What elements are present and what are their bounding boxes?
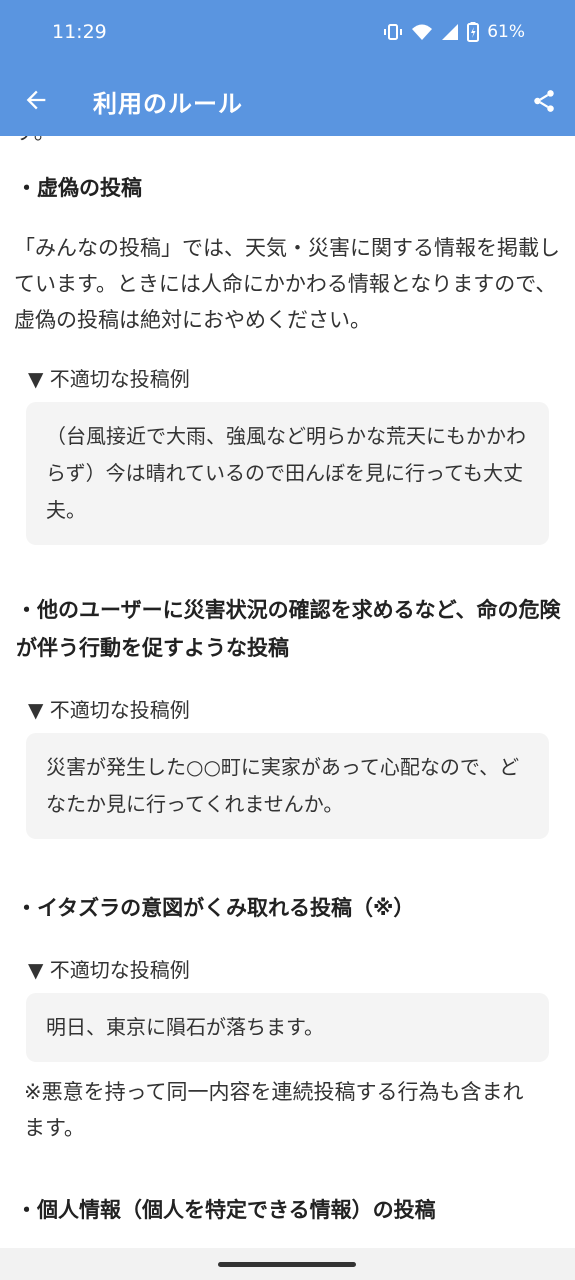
- example-box: 明日、東京に隕石が落ちます。: [26, 993, 549, 1062]
- battery-percent: 61%: [487, 22, 525, 42]
- signal-icon: [442, 24, 459, 40]
- rules-content[interactable]: す。 ・虚偽の投稿 「みんなの投稿」では、天気・災害に関する情報を掲載しています…: [0, 136, 575, 1248]
- wifi-icon: [412, 24, 433, 40]
- section-heading: ・個人情報（個人を特定できる情報）の投稿: [16, 1198, 436, 1222]
- example-box: （台風接近で大雨、強風など明らかな荒天にもかかわらず）今は晴れているので田んぼを…: [26, 402, 549, 545]
- example-text: （台風接近で大雨、強風など明らかな荒天にもかかわらず）今は晴れているので田んぼを…: [46, 424, 526, 522]
- example-text: 災害が発生した○○町に実家があって心配なので、どなたか見に行ってくれませんか。: [46, 755, 520, 816]
- gesture-handle[interactable]: [218, 1262, 356, 1267]
- example-label: ▼ 不適切な投稿例: [28, 698, 190, 722]
- example-label: ▼ 不適切な投稿例: [28, 958, 190, 982]
- status-bar: 11:29 61%: [0, 0, 575, 64]
- share-icon[interactable]: [531, 88, 557, 114]
- status-icons: 61%: [383, 22, 525, 42]
- page-title: 利用のルール: [93, 90, 243, 118]
- arrow-left-icon[interactable]: [22, 86, 50, 114]
- section-body: 「みんなの投稿」では、天気・災害に関する情報を掲載しています。ときには人命にかか…: [14, 236, 560, 332]
- example-label: ▼ 不適切な投稿例: [28, 367, 190, 391]
- toolbar: 利用のルール: [0, 64, 575, 136]
- example-text: 明日、東京に隕石が落ちます。: [46, 1015, 324, 1039]
- navigation-bar: [0, 1248, 575, 1280]
- status-time: 11:29: [52, 21, 107, 43]
- section-heading: ・他のユーザーに災害状況の確認を求めるなど、命の危険が伴う行動を促すような投稿: [16, 598, 561, 660]
- battery-icon: [467, 22, 480, 42]
- section-heading: ・虚偽の投稿: [16, 176, 142, 200]
- note-text: ※悪意を持って同一内容を連続投稿する行為も含まれます。: [24, 1080, 524, 1140]
- cut-off-text: す。: [14, 136, 56, 146]
- section-heading: ・イタズラの意図がくみ取れる投稿（※）: [16, 896, 415, 920]
- example-box: 災害が発生した○○町に実家があって心配なので、どなたか見に行ってくれませんか。: [26, 733, 549, 839]
- vibrate-icon: [384, 24, 403, 40]
- app-bar: 11:29 61% 利用のルール: [0, 0, 575, 136]
